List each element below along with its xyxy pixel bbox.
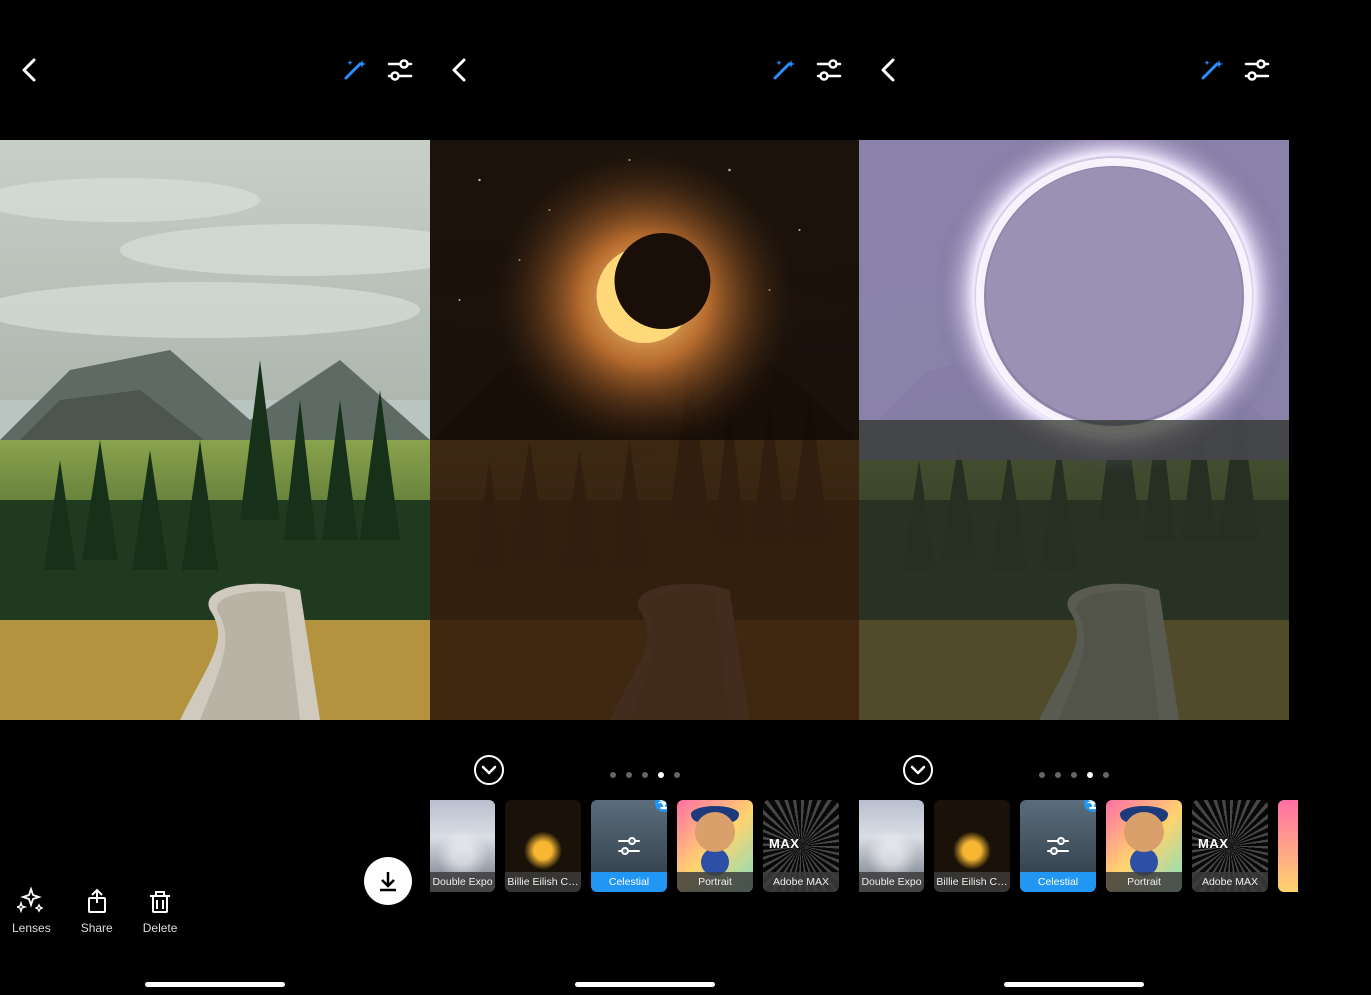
- lens-billie-eilish[interactable]: Billie Eilish C…: [934, 800, 1010, 892]
- back-button[interactable]: [446, 56, 474, 84]
- back-button[interactable]: [16, 56, 44, 84]
- delete-label: Delete: [143, 921, 178, 935]
- lens-label: Billie Eilish C…: [505, 872, 581, 892]
- collapse-lenses-button[interactable]: [903, 755, 933, 785]
- lens-next-peek[interactable]: [1278, 800, 1298, 892]
- page-indicator: [1039, 772, 1109, 778]
- adjust-sliders-icon[interactable]: [1243, 56, 1271, 84]
- lens-label: Celestial: [1020, 872, 1096, 892]
- pager-dot: [626, 772, 632, 778]
- lenses-button[interactable]: Lenses: [12, 887, 51, 935]
- lens-filmstrip[interactable]: Double Expo Billie Eilish C… Celestial P…: [859, 800, 1371, 895]
- lens-label: Adobe MAX: [1192, 872, 1268, 892]
- pager-dot-active: [658, 772, 664, 778]
- delete-button[interactable]: Delete: [143, 887, 178, 935]
- photo-preview[interactable]: [430, 140, 859, 720]
- lens-label: Portrait: [1106, 872, 1182, 892]
- collapse-lenses-button[interactable]: [474, 755, 504, 785]
- photo-preview[interactable]: [0, 140, 430, 720]
- share-button[interactable]: Share: [81, 887, 113, 935]
- screen-original: Lenses Share Delete: [0, 0, 430, 995]
- pager-dot: [610, 772, 616, 778]
- adjust-sliders-icon[interactable]: [815, 56, 843, 84]
- lens-label: Billie Eilish C…: [934, 872, 1010, 892]
- lens-label: Portrait: [677, 872, 753, 892]
- page-indicator: [610, 772, 680, 778]
- magic-wand-icon[interactable]: [1197, 56, 1225, 84]
- lens-celestial[interactable]: Celestial: [1020, 800, 1096, 892]
- share-label: Share: [81, 921, 113, 935]
- lens-double-expo[interactable]: Double Expo: [430, 800, 495, 892]
- lens-label: Double Expo: [859, 872, 924, 892]
- premium-badge-icon: [1084, 800, 1096, 812]
- lens-filmstrip[interactable]: Double Expo Billie Eilish C… Celestial P…: [430, 800, 859, 895]
- magic-wand-icon[interactable]: [340, 56, 368, 84]
- pager-dot: [642, 772, 648, 778]
- pager-dot: [1039, 772, 1045, 778]
- photo-preview[interactable]: [859, 140, 1289, 720]
- screen-celestial-eclipse: Double Expo Billie Eilish C… Celestial P…: [859, 0, 1371, 995]
- lens-label: Double Expo: [430, 872, 495, 892]
- lens-portrait[interactable]: Portrait: [677, 800, 753, 892]
- pager-dot: [674, 772, 680, 778]
- pager-dot: [1103, 772, 1109, 778]
- pager-dot: [1055, 772, 1061, 778]
- lens-adobe-max[interactable]: MAX Adobe MAX: [763, 800, 839, 892]
- lens-celestial[interactable]: Celestial: [591, 800, 667, 892]
- screen-celestial-moon: Double Expo Billie Eilish C… Celestial P…: [430, 0, 859, 995]
- lens-adobe-max[interactable]: MAX Adobe MAX: [1192, 800, 1268, 892]
- pager-dot-active: [1087, 772, 1093, 778]
- pager-dot: [1071, 772, 1077, 778]
- home-indicator[interactable]: [575, 982, 715, 987]
- lenses-label: Lenses: [12, 921, 51, 935]
- lens-label: Celestial: [591, 872, 667, 892]
- back-button[interactable]: [875, 56, 903, 84]
- top-bar: [0, 0, 430, 140]
- top-bar: [859, 0, 1371, 140]
- top-bar: [430, 0, 859, 140]
- home-indicator[interactable]: [1004, 982, 1144, 987]
- home-indicator[interactable]: [145, 982, 285, 987]
- adobe-max-text: MAX: [769, 836, 799, 851]
- download-button[interactable]: [364, 857, 412, 905]
- premium-badge-icon: [655, 800, 667, 812]
- lens-label: Adobe MAX: [763, 872, 839, 892]
- lens-portrait[interactable]: Portrait: [1106, 800, 1182, 892]
- magic-wand-icon[interactable]: [769, 56, 797, 84]
- action-bar: Lenses Share Delete: [0, 887, 200, 935]
- adjust-sliders-icon[interactable]: [386, 56, 414, 84]
- lens-double-expo[interactable]: Double Expo: [859, 800, 924, 892]
- adobe-max-text: MAX: [1198, 836, 1228, 851]
- lens-billie-eilish[interactable]: Billie Eilish C…: [505, 800, 581, 892]
